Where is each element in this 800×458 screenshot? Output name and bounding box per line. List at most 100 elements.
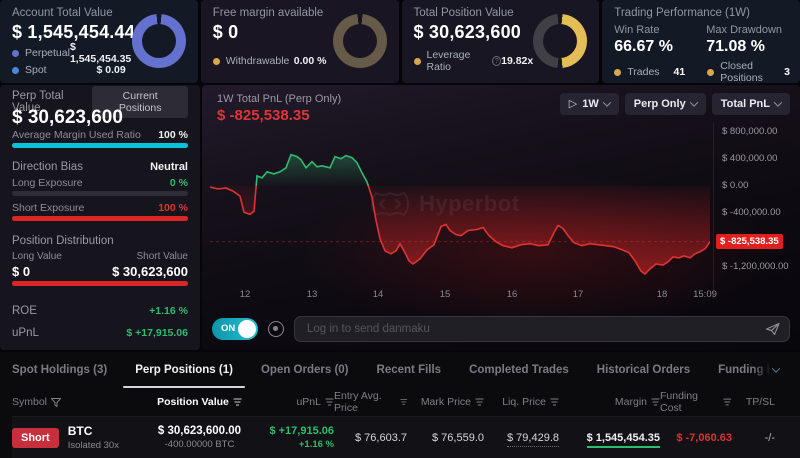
position-distribution-label: Position Distribution xyxy=(12,235,114,247)
tabs-expand-button[interactable] xyxy=(752,352,800,388)
col-mark-price[interactable]: Mark Price xyxy=(407,396,484,408)
card-title: Account Total Value xyxy=(12,7,113,19)
legend-label: Spot xyxy=(25,64,47,76)
x-tick: 15:09 xyxy=(693,289,717,300)
legend-label: Leverage Ratio xyxy=(427,49,489,73)
position-value-cell: $ 30,623,600.00 -400.00000 BTC xyxy=(142,425,257,450)
win-rate-value: 66.67 % xyxy=(614,38,673,56)
margin-ratio-bar xyxy=(12,143,188,148)
tab-perp-positions[interactable]: Perp Positions (1) xyxy=(123,352,245,388)
sort-icon xyxy=(475,398,484,406)
short-value-label: Short Value xyxy=(136,251,188,262)
trades-label: Trades xyxy=(627,66,659,78)
x-tick: 12 xyxy=(240,289,251,300)
trades-dot-icon xyxy=(614,69,621,76)
tab-bar: Spot Holdings (3) Perp Positions (1) Ope… xyxy=(0,352,800,388)
legend-label: Perpetual xyxy=(25,47,70,59)
danmaku-toggle[interactable]: ON xyxy=(212,318,258,340)
tab-historical-orders[interactable]: Historical Orders xyxy=(585,352,702,388)
legend-perpetual: Perpetual $ 1,545,454.35 xyxy=(12,46,126,60)
table-row[interactable]: Short BTC Isolated 30x $ 30,623,600.00 -… xyxy=(12,416,800,458)
leverage-donut-chart xyxy=(533,14,587,68)
perpetual-dot-icon xyxy=(12,50,19,57)
col-funding-cost[interactable]: Funding Cost xyxy=(660,390,732,414)
help-icon[interactable]: ? xyxy=(492,56,501,66)
col-upnl[interactable]: uPnL xyxy=(257,396,334,408)
tab-recent-fills[interactable]: Recent Fills xyxy=(365,352,454,388)
pnl-chart-value: $ -825,538.35 xyxy=(217,107,310,124)
card-value: $ 0 xyxy=(213,22,239,43)
card-value: $ 1,545,454.44 xyxy=(12,22,135,43)
x-tick: 17 xyxy=(573,289,584,300)
tab-completed-trades[interactable]: Completed Trades xyxy=(457,352,581,388)
tpsl-cell[interactable]: -/- xyxy=(732,432,800,444)
col-symbol[interactable]: Symbol xyxy=(12,396,142,408)
col-margin[interactable]: Margin xyxy=(559,396,660,408)
upnl-cell: $ +17,915.06 +1.16 % xyxy=(257,425,334,450)
roe-label: ROE xyxy=(12,305,37,317)
spot-dot-icon xyxy=(12,67,19,74)
upnl-value: $ +17,915.06 xyxy=(126,327,188,339)
legend-value: $ 0.09 xyxy=(97,64,126,76)
card-title: Free margin available xyxy=(213,7,324,19)
short-exposure-value: 100 % xyxy=(158,202,188,214)
legend-value: $ 1,545,454.35 xyxy=(70,41,131,65)
col-entry-price[interactable]: Entry Avg. Price xyxy=(334,390,407,414)
clock-icon: ▷︎ xyxy=(569,99,577,110)
long-value-label: Long Value xyxy=(12,251,62,262)
scope-dropdown[interactable]: Perp Only xyxy=(625,93,706,115)
max-drawdown-value: 71.08 % xyxy=(706,38,765,56)
legend-spot: Spot $ 0.09 xyxy=(12,63,126,77)
short-value: $ 30,623,600 xyxy=(112,264,188,279)
y-tick: $ 400,000.00 xyxy=(722,153,777,164)
danmaku-input[interactable] xyxy=(294,316,790,342)
danmaku-settings-icon[interactable] xyxy=(268,321,284,337)
col-position-value[interactable]: Position Value xyxy=(142,396,257,408)
card-title: Total Position Value xyxy=(414,7,514,19)
leverage-dot-icon xyxy=(414,58,421,65)
scope-label: Perp Only xyxy=(634,98,686,110)
short-exposure-bar xyxy=(12,216,188,221)
x-tick: 13 xyxy=(307,289,318,300)
positions-section: Spot Holdings (3) Perp Positions (1) Ope… xyxy=(0,352,800,458)
withdrawable-dot-icon xyxy=(213,58,220,65)
danmaku-bar: ON xyxy=(212,316,790,342)
legend-label: Withdrawable xyxy=(226,55,290,67)
sort-icon xyxy=(550,398,559,406)
y-axis-line xyxy=(713,123,714,299)
legend-value: 19.82x xyxy=(501,55,533,67)
range-dropdown[interactable]: ▷︎ 1W xyxy=(560,93,619,115)
tab-spot-holdings[interactable]: Spot Holdings (3) xyxy=(0,352,119,388)
upnl-label: uPnL xyxy=(12,327,39,339)
y-tick: $ -1,200,000.00 xyxy=(722,261,789,272)
chevron-down-icon xyxy=(774,98,782,106)
tab-open-orders[interactable]: Open Orders (0) xyxy=(249,352,361,388)
card-free-margin: Free margin available $ 0 Withdrawable 0… xyxy=(201,0,399,83)
legend-value: 0.00 % xyxy=(294,55,327,67)
closed-positions-dot-icon xyxy=(707,69,714,76)
x-tick: 15 xyxy=(440,289,451,300)
range-label: 1W xyxy=(582,98,599,110)
sort-icon xyxy=(723,398,732,406)
symbol-name: BTC xyxy=(68,424,119,438)
margin-ratio-value: 100 % xyxy=(158,129,188,141)
card-account-total-value: Account Total Value $ 1,545,454.44 Perpe… xyxy=(0,0,198,83)
y-tick: $ 0.00 xyxy=(722,180,748,191)
mark-price-cell: $ 76,559.0 xyxy=(407,432,484,444)
filter-icon xyxy=(51,398,61,407)
pnl-area-chart xyxy=(210,123,710,299)
metric-dropdown[interactable]: Total PnL xyxy=(712,93,790,115)
account-donut-chart xyxy=(132,14,186,68)
sort-icon xyxy=(325,398,334,406)
trading-dashboard: Account Total Value $ 1,545,454.44 Perpe… xyxy=(0,0,800,458)
pnl-chart-title: 1W Total PnL (Perp Only) xyxy=(217,93,341,105)
col-tpsl: TP/SL xyxy=(732,396,800,408)
long-exposure-bar xyxy=(12,191,188,196)
closed-positions-value: 3 xyxy=(784,66,790,78)
max-drawdown-label: Max Drawdown xyxy=(706,24,782,36)
performance-legend: Trades 41 Closed Positions 3 xyxy=(614,60,790,84)
margin-ratio-label: Average Margin Used Ratio xyxy=(12,129,141,141)
col-liq-price[interactable]: Liq. Price xyxy=(484,396,559,408)
send-icon[interactable] xyxy=(764,321,781,337)
toggle-on-label: ON xyxy=(221,323,235,334)
